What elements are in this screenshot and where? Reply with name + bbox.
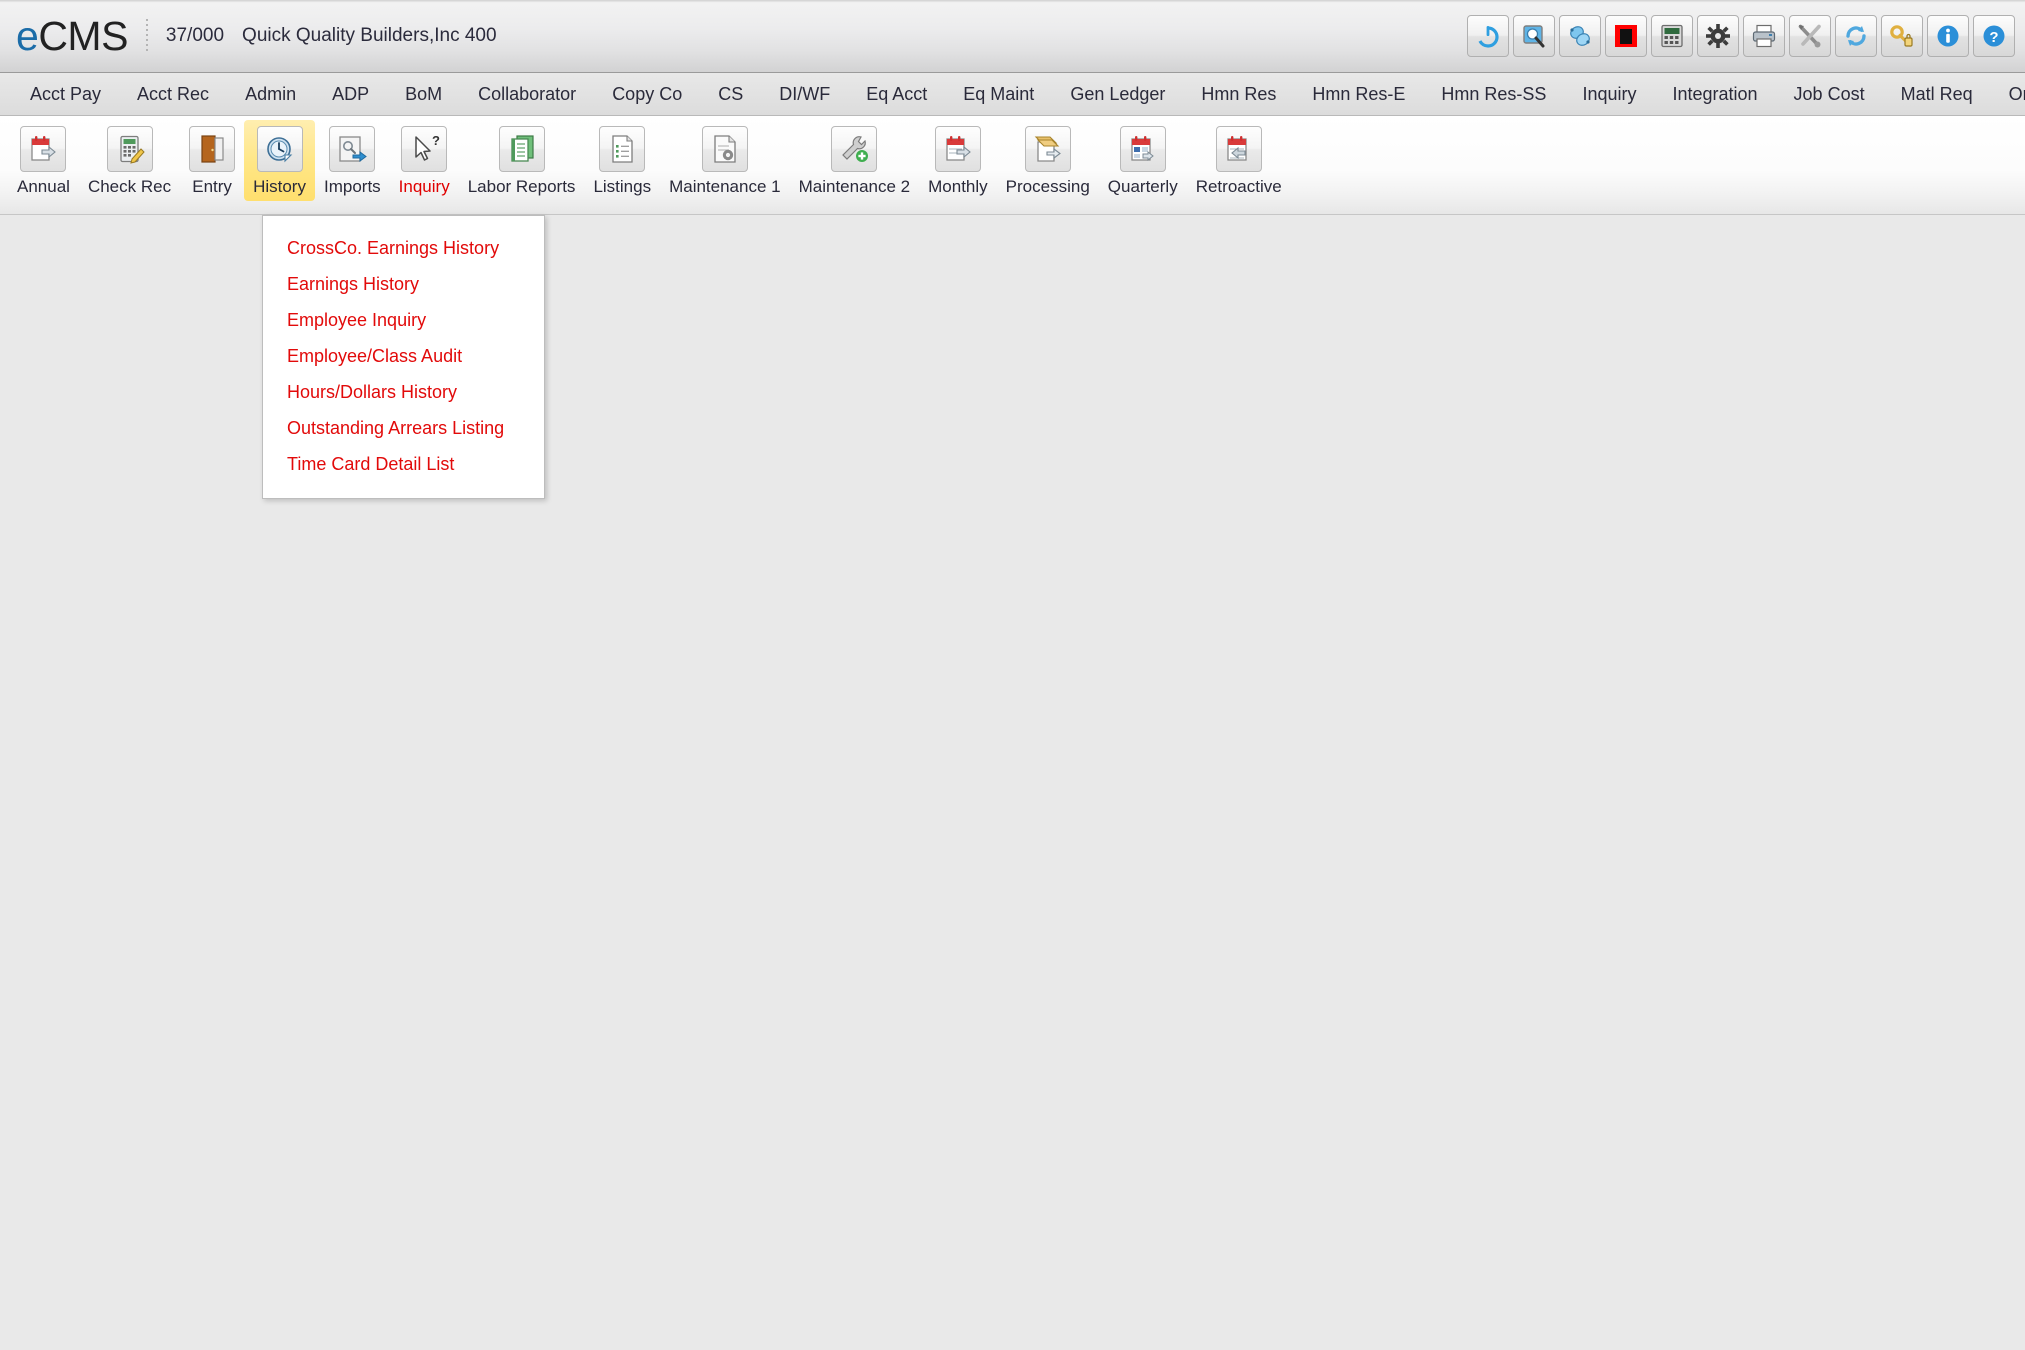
ribbon-label-history: History [253, 177, 306, 196]
menu-item-cs[interactable]: CS [700, 73, 761, 115]
dropdown-item-crossco-earnings-history[interactable]: CrossCo. Earnings History [263, 230, 544, 266]
help-icon[interactable]: ? [1973, 15, 2015, 57]
menu-item-bom[interactable]: BoM [387, 73, 460, 115]
dropdown-item-time-card-detail-list[interactable]: Time Card Detail List [263, 446, 544, 482]
ribbon-button-history[interactable]: History [244, 120, 315, 201]
calculator-pencil-icon [106, 126, 153, 172]
calculator-icon[interactable] [1651, 15, 1693, 57]
info-icon[interactable] [1927, 15, 1969, 57]
cursor-question-icon: ? [401, 126, 448, 172]
printer-icon[interactable] [1743, 15, 1785, 57]
ribbon-label-quarterly: Quarterly [1107, 177, 1178, 196]
header-icon-toolbar: ? [1467, 15, 2015, 57]
company-code: 37/000 [165, 25, 225, 46]
ribbon-label-imports: Imports [323, 177, 381, 196]
logo-separator [145, 19, 148, 53]
import-arrow-icon [329, 126, 376, 172]
history-dropdown-menu: CrossCo. Earnings History Earnings Histo… [262, 215, 545, 499]
ribbon-button-listings[interactable]: Listings [584, 120, 660, 201]
calendar-arrow-right-icon [20, 126, 67, 172]
calendar-arrow-left-icon [1215, 126, 1262, 172]
menu-item-job-cost[interactable]: Job Cost [1776, 73, 1883, 115]
ribbon-button-entry[interactable]: Entry [180, 120, 244, 201]
menu-item-hmn-res-e[interactable]: Hmn Res-E [1294, 73, 1423, 115]
company-name: Quick Quality Builders,Inc 400 [242, 25, 497, 46]
menu-item-collaborator[interactable]: Collaborator [460, 73, 594, 115]
ribbon-button-maintenance-2[interactable]: Maintenance 2 [790, 120, 920, 201]
ribbon-button-annual[interactable]: Annual [8, 120, 79, 201]
ribbon-label-maintenance-2: Maintenance 2 [798, 177, 911, 196]
key-icon[interactable] [1881, 15, 1923, 57]
tools-icon[interactable] [1789, 15, 1831, 57]
search-icon[interactable] [1513, 15, 1555, 57]
menu-item-acct-pay[interactable]: Acct Pay [12, 73, 119, 115]
menu-item-matl-req[interactable]: Matl Req [1883, 73, 1991, 115]
power-icon[interactable] [1467, 15, 1509, 57]
link-icon[interactable] [1559, 15, 1601, 57]
menu-item-acct-rec[interactable]: Acct Rec [119, 73, 227, 115]
clock-page-icon [256, 126, 303, 172]
ribbon-button-inquiry[interactable]: ? Inquiry [390, 120, 459, 201]
ribbon-label-inquiry: Inquiry [398, 177, 450, 196]
menu-item-eq-acct[interactable]: Eq Acct [848, 73, 945, 115]
menu-item-eq-maint[interactable]: Eq Maint [945, 73, 1052, 115]
ribbon-label-listings: Listings [593, 177, 652, 196]
menu-item-adp[interactable]: ADP [314, 73, 387, 115]
gear-icon[interactable] [1697, 15, 1739, 57]
calendar-quarter-icon [1119, 126, 1166, 172]
menu-item-hmn-res-ss[interactable]: Hmn Res-SS [1423, 73, 1564, 115]
logo-e: e [16, 12, 39, 59]
ribbon-label-labor-reports: Labor Reports [467, 177, 576, 196]
dropdown-item-outstanding-arrears-listing[interactable]: Outstanding Arrears Listing [263, 410, 544, 446]
document-gear-icon [701, 126, 748, 172]
ribbon-button-check-rec[interactable]: Check Rec [79, 120, 180, 201]
menu-item-hmn-res[interactable]: Hmn Res [1183, 73, 1294, 115]
dropdown-item-employee-inquiry[interactable]: Employee Inquiry [263, 302, 544, 338]
door-open-icon [189, 126, 236, 172]
refresh-icon[interactable] [1835, 15, 1877, 57]
ribbon-button-imports[interactable]: Imports [315, 120, 390, 201]
ribbon-button-quarterly[interactable]: Quarterly [1099, 120, 1187, 201]
ribbon-button-labor-reports[interactable]: Labor Reports [459, 120, 585, 201]
menu-item-ord-p[interactable]: Ord P [1991, 73, 2025, 115]
menu-item-copy-co[interactable]: Copy Co [594, 73, 700, 115]
svg-text:?: ? [1989, 29, 1998, 46]
ribbon-button-processing[interactable]: Processing [997, 120, 1099, 201]
menu-item-di-wf[interactable]: DI/WF [761, 73, 848, 115]
menu-item-gen-ledger[interactable]: Gen Ledger [1052, 73, 1183, 115]
ribbon-button-retroactive[interactable]: Retroactive [1187, 120, 1291, 201]
ribbon-label-monthly: Monthly [928, 177, 988, 196]
calendar-arrow-right-icon [934, 126, 981, 172]
stop-icon[interactable] [1605, 15, 1647, 57]
ribbon-label-check-rec: Check Rec [87, 177, 172, 196]
app-logo: eCMS [16, 12, 132, 59]
menu-item-integration[interactable]: Integration [1654, 73, 1775, 115]
dropdown-item-earnings-history[interactable]: Earnings History [263, 266, 544, 302]
ribbon-label-retroactive: Retroactive [1195, 177, 1282, 196]
report-stack-icon [498, 126, 545, 172]
menu-item-admin[interactable]: Admin [227, 73, 314, 115]
ribbon-button-maintenance-1[interactable]: Maintenance 1 [660, 120, 790, 201]
gold-arrow-page-icon [1024, 126, 1071, 172]
dropdown-item-employee-class-audit[interactable]: Employee/Class Audit [263, 338, 544, 374]
dropdown-item-hours-dollars-history[interactable]: Hours/Dollars History [263, 374, 544, 410]
ribbon-label-entry: Entry [192, 177, 232, 196]
list-document-icon [599, 126, 646, 172]
module-menu-bar: Acct Pay Acct Rec Admin ADP BoM Collabor… [0, 73, 2025, 116]
svg-text:?: ? [432, 133, 440, 148]
ribbon-button-monthly[interactable]: Monthly [919, 120, 997, 201]
ribbon-label-maintenance-1: Maintenance 1 [669, 177, 781, 196]
ribbon-label-annual: Annual [17, 177, 70, 196]
wrench-plus-icon [831, 126, 878, 172]
logo-cms: CMS [38, 12, 128, 59]
app-header: eCMS 37/000 Quick Quality Builders,Inc 4… [0, 0, 2025, 73]
ribbon-label-processing: Processing [1005, 177, 1090, 196]
ribbon-toolbar: Annual Check Rec Entry History Imports ?… [0, 116, 2025, 215]
menu-item-inquiry[interactable]: Inquiry [1564, 73, 1654, 115]
